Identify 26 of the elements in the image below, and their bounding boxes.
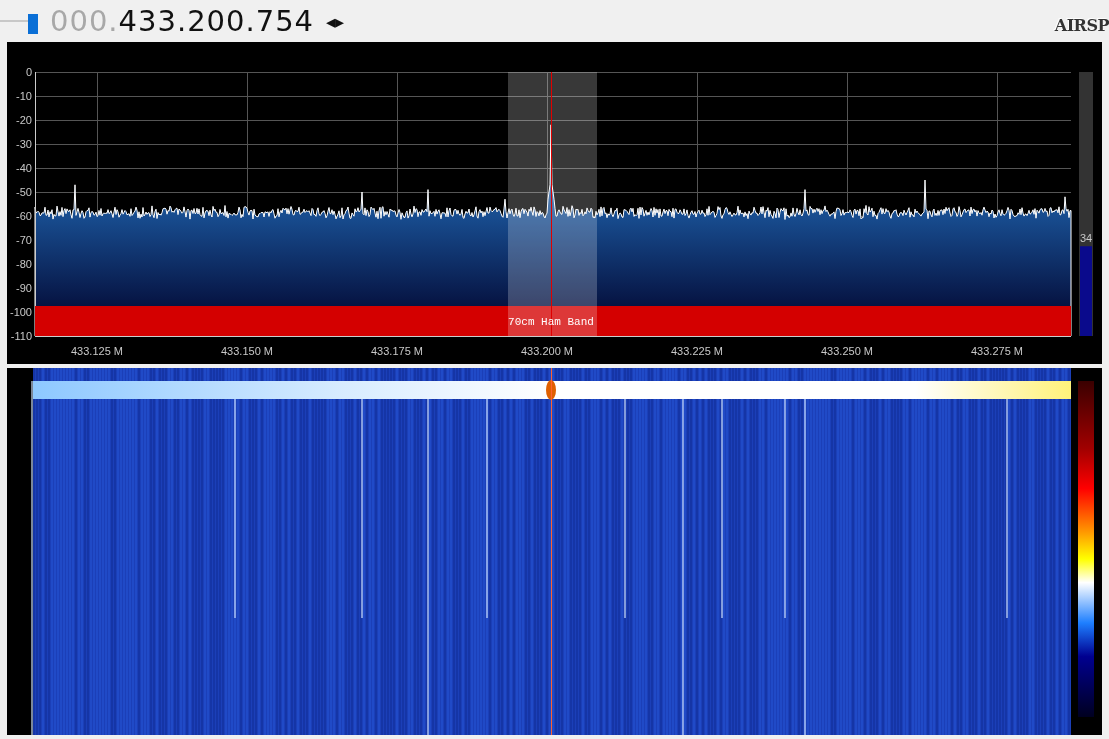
y-axis-label: -20 bbox=[16, 114, 32, 126]
y-axis-label: -30 bbox=[16, 138, 32, 150]
y-axis-label: -80 bbox=[16, 258, 32, 270]
y-axis-label: -60 bbox=[16, 210, 32, 222]
x-axis-label: 433.225 M bbox=[671, 345, 723, 357]
band-label: 70cm Ham Band bbox=[508, 316, 594, 328]
y-axis-label: 0 bbox=[25, 66, 32, 78]
y-axis-label: -70 bbox=[16, 234, 32, 246]
filter-bandwidth-area[interactable] bbox=[508, 72, 597, 336]
y-axis-label: -90 bbox=[16, 282, 32, 294]
y-axis-label: -110 bbox=[10, 330, 32, 342]
x-axis-label: 433.150 M bbox=[221, 345, 273, 357]
signal-meter-reading: 34 bbox=[1079, 232, 1093, 245]
y-axis-label: -40 bbox=[16, 162, 32, 174]
logo-text: AIRSP bbox=[1054, 16, 1109, 35]
frequency-display[interactable]: 000.433.200.754 bbox=[50, 4, 315, 38]
y-axis-label: -10 bbox=[16, 90, 32, 102]
x-axis-label: 433.125 M bbox=[71, 345, 123, 357]
y-axis-label: -50 bbox=[16, 186, 32, 198]
step-arrows[interactable]: ◂▸ bbox=[326, 10, 345, 32]
x-axis-label: 433.250 M bbox=[821, 345, 873, 357]
y-axis-label: -100 bbox=[9, 306, 32, 318]
x-axis-label: 433.275 M bbox=[971, 345, 1023, 357]
tuning-marker[interactable] bbox=[551, 71, 552, 337]
x-axis-label: 433.175 M bbox=[371, 345, 423, 357]
x-axis-label: 433.200 M bbox=[521, 345, 573, 357]
